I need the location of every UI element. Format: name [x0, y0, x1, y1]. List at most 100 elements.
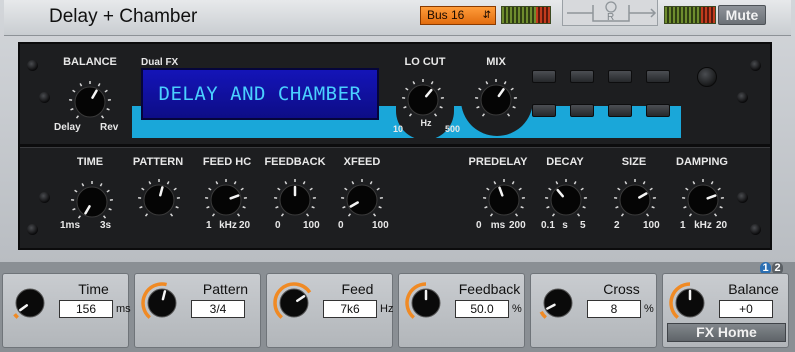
predelay-min-label: 0 [476, 220, 482, 231]
time-min-label: 1ms [60, 220, 81, 231]
rack-divider [20, 144, 770, 148]
feedhc-unit-label: kHz [219, 220, 237, 231]
size-knob[interactable] [613, 178, 657, 222]
screw-icon [737, 92, 748, 103]
fx-rack-unit: BALANCE Delay Rev Dual FX DELAY AND CHAM… [18, 42, 772, 250]
damping-min-label: 1 [680, 220, 686, 231]
decay-unit-label: s [562, 220, 568, 231]
time-max-label: 3s [100, 220, 112, 231]
cross-feed-value-field[interactable]: 8 [587, 300, 641, 318]
feedback-max-label: 100 [303, 220, 320, 231]
decay-knob[interactable] [544, 178, 588, 222]
damping-knob[interactable] [681, 178, 725, 222]
dropdown-arrow-icon: ⇵ [482, 10, 491, 21]
balance-label: BALANCE [63, 56, 117, 68]
preset-pad[interactable] [646, 104, 670, 117]
preset-pad[interactable] [570, 104, 594, 117]
param-unit: % [644, 303, 654, 315]
size-min-label: 2 [614, 220, 620, 231]
balance-max-label: Rev [100, 122, 119, 133]
damping-label: DAMPING [676, 156, 728, 168]
pattern-value-field[interactable]: 3/4 [191, 300, 245, 318]
decay-min-label: 0.1 [541, 220, 555, 231]
routing-label: R [607, 12, 615, 23]
feedhc-max-label: 20 [239, 220, 251, 231]
param-unit: Hz [380, 303, 394, 315]
decay-label: DECAY [546, 156, 584, 168]
feedback-param-knob[interactable] [403, 280, 449, 326]
bus-select[interactable]: Bus 16 ⇵ [420, 6, 496, 25]
locut-label: LO CUT [404, 56, 446, 68]
output-meter [664, 6, 716, 24]
preset-pad[interactable] [608, 104, 632, 117]
screw-icon [750, 224, 761, 235]
size-label: SIZE [621, 156, 647, 168]
xfeed-knob[interactable] [340, 178, 384, 222]
time-param-knob[interactable] [7, 280, 53, 326]
screw-icon [39, 92, 50, 103]
bus-select-value: Bus 16 [427, 8, 465, 22]
balance-param-knob[interactable] [667, 280, 713, 326]
fx-name-display: DELAY AND CHAMBER [141, 68, 379, 120]
cross-feed-param-knob[interactable] [535, 280, 581, 326]
feedhc-knob[interactable] [204, 178, 248, 222]
param-unit: % [512, 303, 522, 315]
mix-label: MIX [486, 56, 506, 68]
param-cell-time: Time 156 ms [2, 273, 131, 348]
preset-pad[interactable] [608, 70, 632, 83]
feedhc-min-label: 1 [206, 220, 212, 231]
preset-pad[interactable] [532, 70, 556, 83]
damping-max-label: 20 [716, 220, 728, 231]
feedback-knob[interactable] [273, 178, 317, 222]
param-unit: ms [116, 303, 131, 315]
routing-diagram[interactable]: R [562, 0, 658, 26]
dual-fx-label: Dual FX [141, 57, 179, 68]
preset-pad[interactable] [646, 70, 670, 83]
feed-hicut-param-knob[interactable] [271, 280, 317, 326]
time-label: TIME [76, 156, 104, 168]
preset-pad[interactable] [532, 104, 556, 117]
xfeed-label: XFEED [343, 156, 381, 168]
param-cell-feed-hicut: Feed HiCut 7k6 Hz [266, 273, 393, 348]
pattern-param-knob[interactable] [139, 280, 185, 326]
param-title: Feedback [458, 281, 521, 297]
screw-icon [27, 60, 38, 71]
balance-knob[interactable] [68, 80, 112, 124]
locut-max-label: 500 [445, 124, 461, 134]
round-button[interactable] [697, 67, 717, 87]
predelay-unit-label: ms [490, 220, 506, 231]
predelay-knob[interactable] [482, 178, 526, 222]
xfeed-max-label: 100 [372, 220, 389, 231]
locut-min-label: 10 [393, 124, 404, 134]
locut-knob[interactable] [401, 78, 445, 122]
screw-icon [750, 60, 761, 71]
param-cell-pattern: Pattern 3/4 [134, 273, 261, 348]
balance-min-label: Delay [54, 122, 81, 133]
predelay-max-label: 200 [509, 220, 526, 231]
feed-hicut-value-field[interactable]: 7k6 [323, 300, 377, 318]
feedback-min-label: 0 [275, 220, 281, 231]
xfeed-min-label: 0 [338, 220, 344, 231]
time-value-field[interactable]: 156 [59, 300, 113, 318]
locut-unit-label: Hz [420, 118, 432, 128]
fx-home-button[interactable]: FX Home [667, 323, 786, 342]
predelay-label: PREDELAY [468, 156, 528, 168]
size-max-label: 100 [643, 220, 660, 231]
decay-max-label: 5 [580, 220, 586, 231]
mute-button[interactable]: Mute [718, 5, 766, 25]
preset-pad[interactable] [570, 70, 594, 83]
time-knob[interactable] [70, 180, 114, 224]
pattern-knob[interactable] [137, 178, 181, 222]
screw-icon [27, 224, 38, 235]
param-title: Time [78, 281, 109, 297]
balance-value-field[interactable]: +0 [719, 300, 773, 318]
feedback-label: FEEDBACK [264, 156, 326, 168]
input-meter [501, 6, 551, 24]
param-cell-balance: Balance +0 FX Home [662, 273, 789, 348]
param-cell-feedback: Feedback 50.0 % [398, 273, 525, 348]
title-bar: Delay + Chamber Bus 16 ⇵ R Mute [4, 0, 791, 36]
param-title: Balance [728, 281, 779, 297]
param-title: Pattern [202, 281, 249, 297]
mix-knob[interactable] [474, 78, 518, 122]
feedback-value-field[interactable]: 50.0 [455, 300, 509, 318]
